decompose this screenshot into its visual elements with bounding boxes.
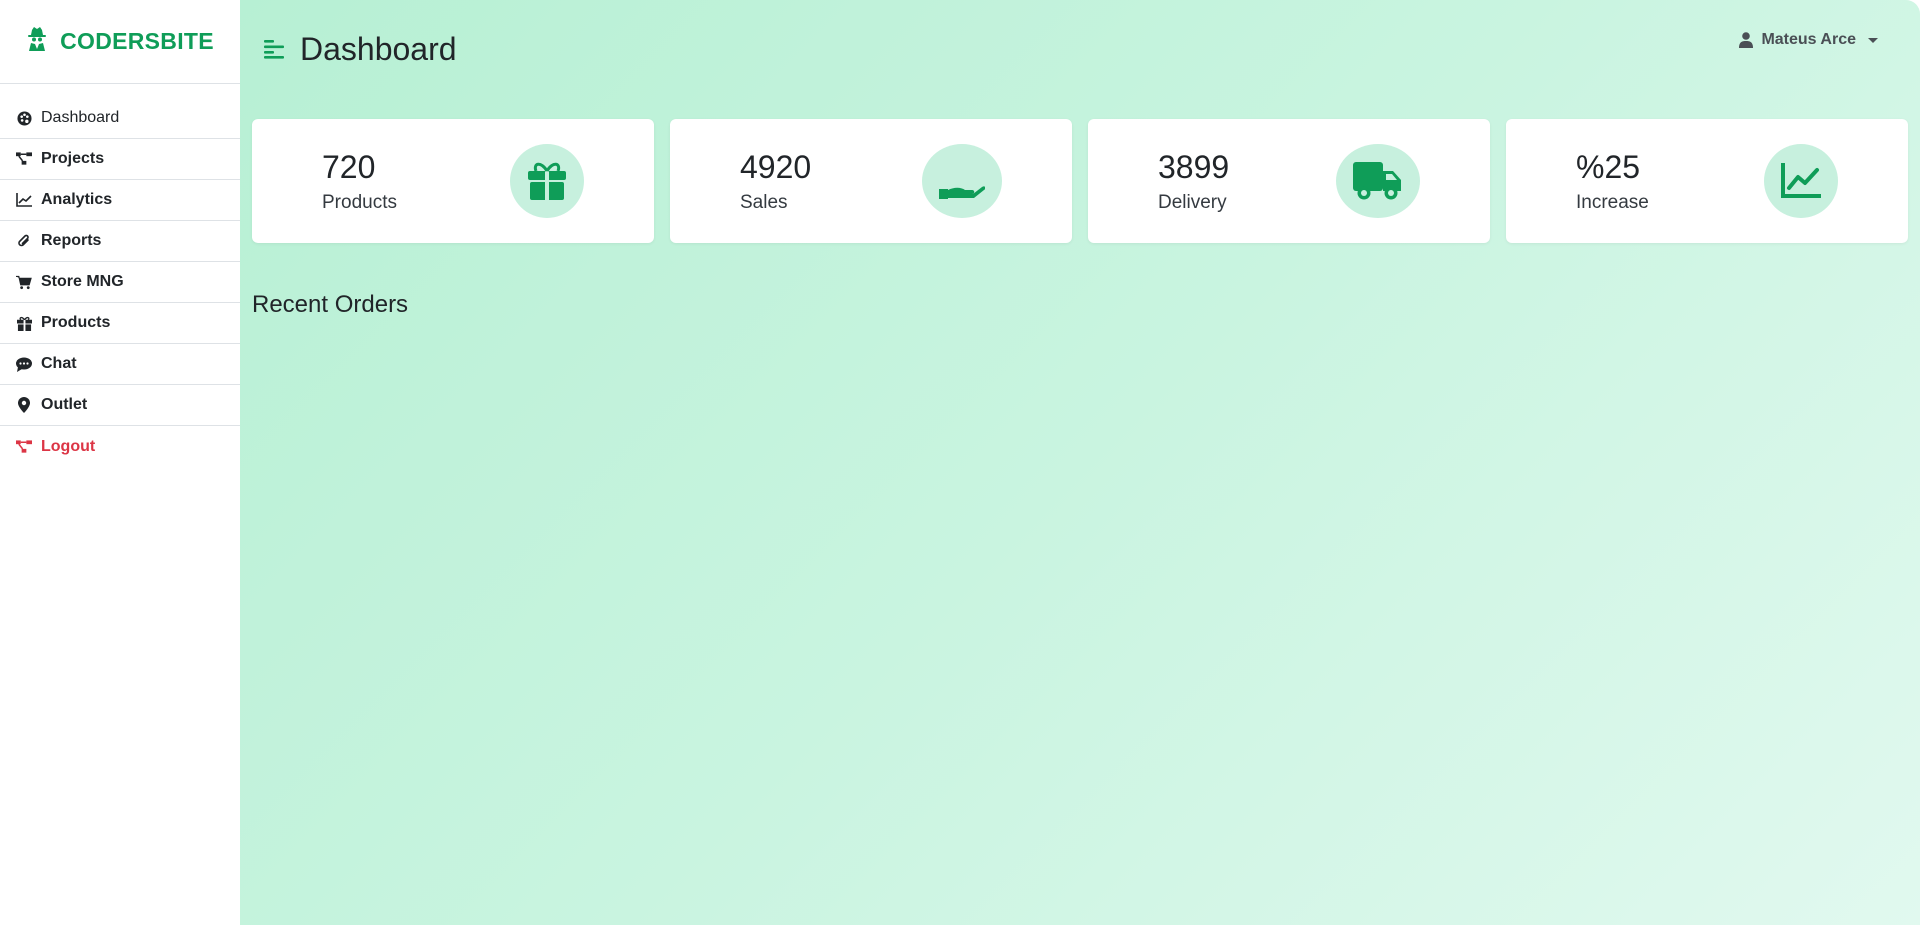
align-left-icon[interactable]	[264, 39, 286, 59]
project-diagram-icon	[16, 439, 32, 455]
stat-icon-wrap	[510, 144, 584, 218]
chart-line-icon	[16, 192, 32, 208]
paperclip-icon	[16, 233, 32, 249]
stat-value: 3899	[1158, 148, 1230, 185]
stat-label: Sales	[740, 192, 788, 214]
map-marker-icon	[16, 397, 32, 413]
sidebar-item-products[interactable]: Products	[0, 303, 240, 344]
user-name: Mateus Arce	[1761, 31, 1856, 48]
stat-card-sales: 4920 Sales	[670, 119, 1072, 243]
stat-value: 720	[322, 148, 376, 185]
sidebar-item-label: Logout	[41, 437, 96, 455]
sidebar-item-reports[interactable]: Reports	[0, 221, 240, 262]
sidebar-item-chat[interactable]: Chat	[0, 344, 240, 385]
shopping-cart-icon	[16, 274, 32, 290]
recent-orders-title: Recent Orders	[252, 291, 409, 318]
sidebar-item-label: Reports	[41, 232, 102, 249]
project-diagram-icon	[16, 151, 32, 167]
comment-dots-icon	[16, 356, 32, 372]
brand-name: CODERSBITE	[60, 28, 214, 54]
main-content: Dashboard Mateus Arce 720 Products 4920 …	[240, 0, 1920, 925]
palette-icon	[16, 110, 32, 126]
user-secret-icon	[26, 27, 48, 56]
sidebar-nav: Dashboard Projects Analytics Reports Sto…	[0, 98, 240, 467]
stats-cards: 720 Products 4920 Sales 3899 Delivery %2…	[252, 119, 1908, 243]
gift-icon	[16, 315, 32, 331]
stat-card-delivery: 3899 Delivery	[1088, 119, 1490, 243]
sidebar-item-label: Products	[41, 314, 111, 331]
user-dropdown[interactable]: Mateus Arce	[1739, 31, 1878, 49]
stat-value: 4920	[740, 148, 812, 185]
chevron-down-icon	[1868, 37, 1878, 43]
sidebar-item-store-mng[interactable]: Store MNG	[0, 262, 240, 303]
brand[interactable]: CODERSBITE	[0, 0, 240, 84]
stat-value: %25	[1576, 148, 1641, 185]
stat-label: Products	[322, 192, 397, 214]
sidebar-item-label: Dashboard	[41, 109, 120, 126]
stat-icon-wrap	[1336, 144, 1420, 218]
sidebar: CODERSBITE Dashboard Projects Analytics …	[0, 0, 240, 925]
sidebar-item-label: Outlet	[41, 396, 88, 413]
stat-label: Delivery	[1158, 192, 1227, 214]
sidebar-item-label: Chat	[41, 355, 77, 372]
sidebar-item-dashboard[interactable]: Dashboard	[0, 98, 240, 139]
chart-line-icon	[1781, 163, 1821, 199]
sidebar-item-label: Analytics	[41, 191, 113, 208]
title-wrap: Dashboard	[264, 29, 457, 68]
stat-card-products: 720 Products	[252, 119, 654, 243]
sidebar-item-analytics[interactable]: Analytics	[0, 180, 240, 221]
sidebar-item-outlet[interactable]: Outlet	[0, 385, 240, 426]
sidebar-item-projects[interactable]: Projects	[0, 139, 240, 180]
stat-label: Increase	[1576, 192, 1649, 214]
user-icon	[1739, 32, 1754, 48]
sidebar-item-label: Store MNG	[41, 273, 124, 290]
sidebar-item-logout[interactable]: Logout	[0, 426, 240, 467]
topbar: Dashboard Mateus Arce	[252, 0, 1908, 96]
stat-icon-wrap	[1764, 144, 1838, 218]
hand-holding-usd-icon	[939, 179, 985, 199]
stat-card-increase: %25 Increase	[1506, 119, 1908, 243]
stat-icon-wrap	[922, 144, 1002, 218]
gift-icon	[527, 161, 567, 201]
sidebar-item-label: Projects	[41, 150, 105, 167]
truck-icon	[1353, 161, 1403, 201]
page-title: Dashboard	[300, 30, 457, 67]
